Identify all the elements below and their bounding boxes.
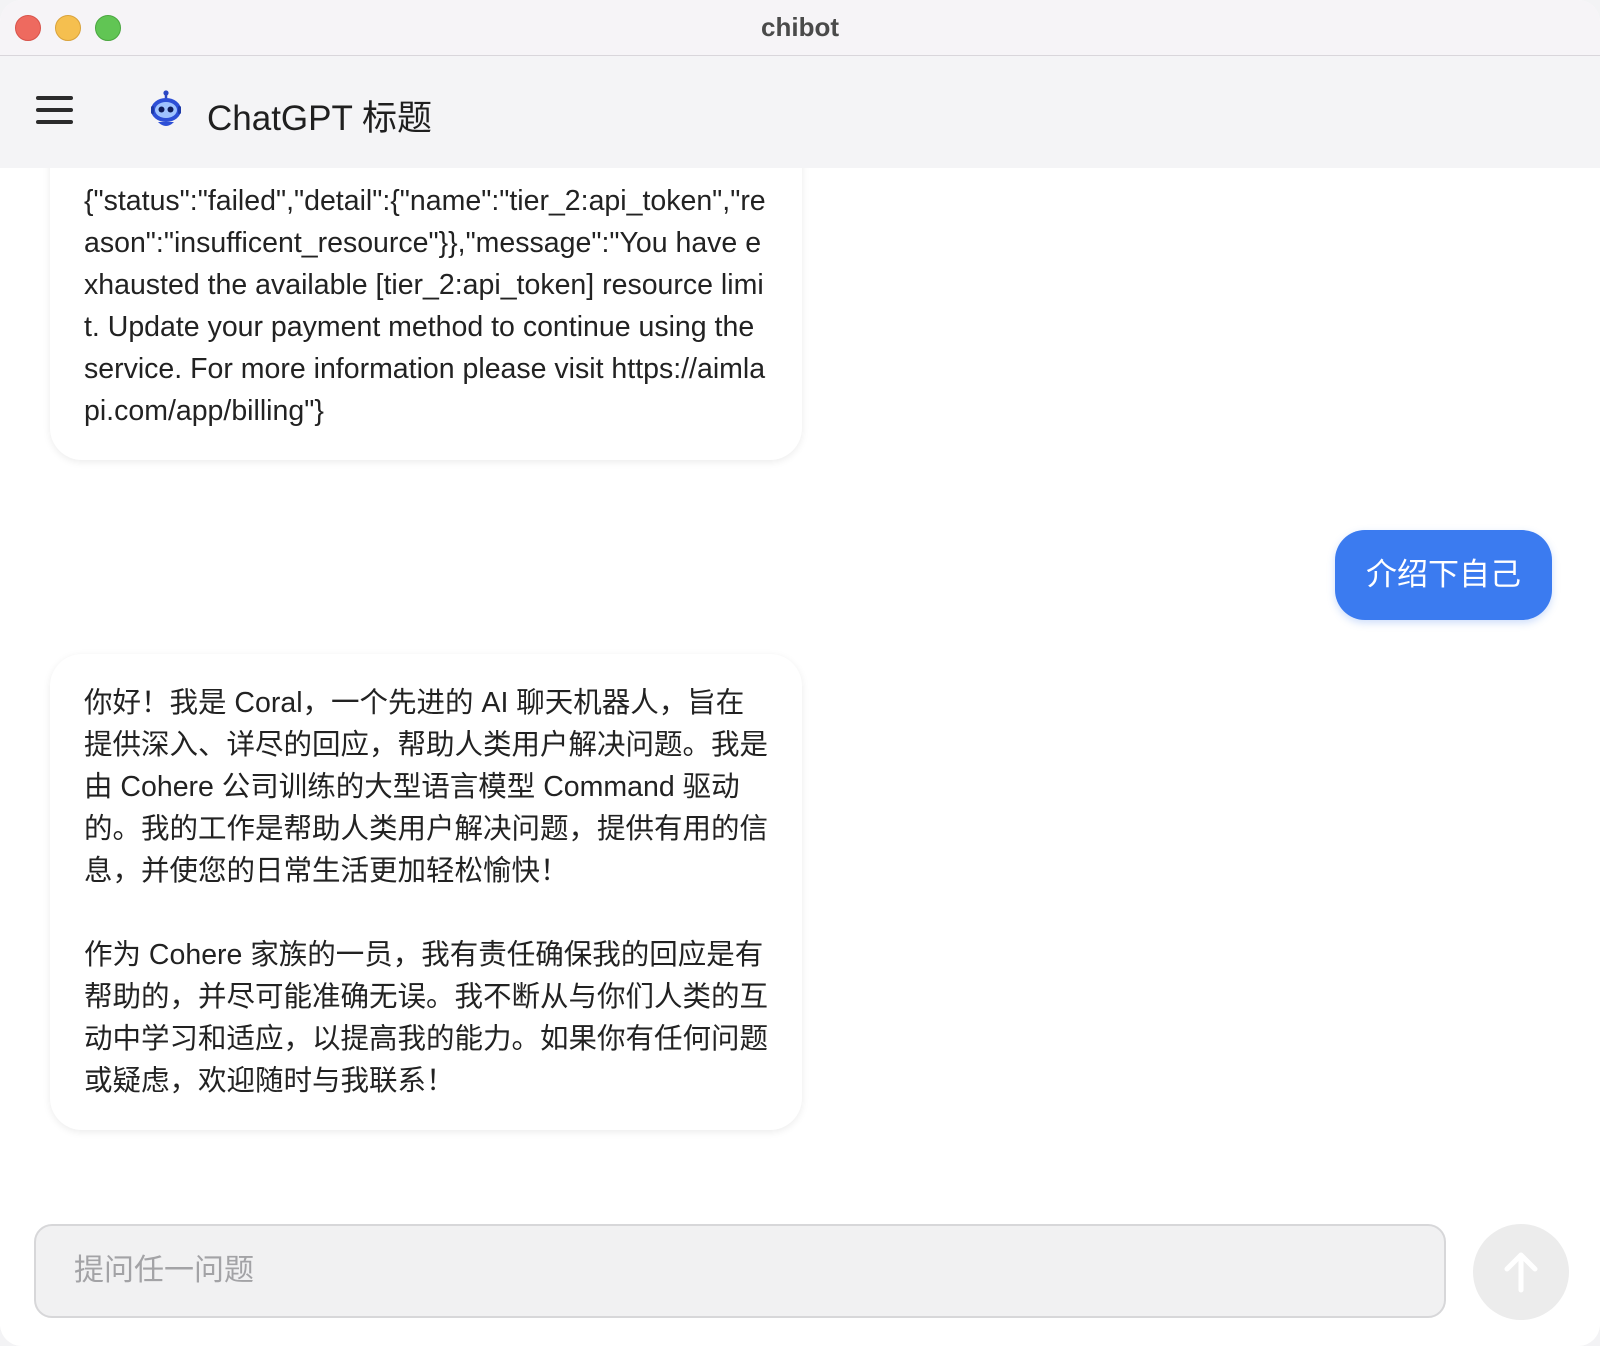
app-window: chibot ChatGPT 标题 {"status":"failed","de… — [0, 0, 1600, 1346]
window-titlebar: chibot — [0, 0, 1600, 56]
message-input[interactable] — [34, 1224, 1446, 1318]
app-header: ChatGPT 标题 — [0, 56, 1600, 168]
page-title: ChatGPT 标题 — [207, 99, 432, 138]
chat-area[interactable]: {"status":"failed","detail":{"name":"tie… — [0, 168, 1600, 1198]
window-title: chibot — [761, 12, 839, 42]
user-message: 介绍下自己 — [1335, 530, 1552, 620]
assistant-message: {"status":"failed","detail":{"name":"tie… — [50, 168, 802, 460]
composer — [0, 1198, 1600, 1346]
robot-icon — [148, 90, 184, 130]
hamburger-menu-icon[interactable] — [36, 96, 76, 124]
assistant-message: 你好！我是 Coral，一个先进的 AI 聊天机器人，旨在提供深入、详尽的回应，… — [50, 654, 802, 1130]
send-button[interactable] — [1473, 1224, 1569, 1320]
arrow-up-icon — [1504, 1252, 1538, 1293]
